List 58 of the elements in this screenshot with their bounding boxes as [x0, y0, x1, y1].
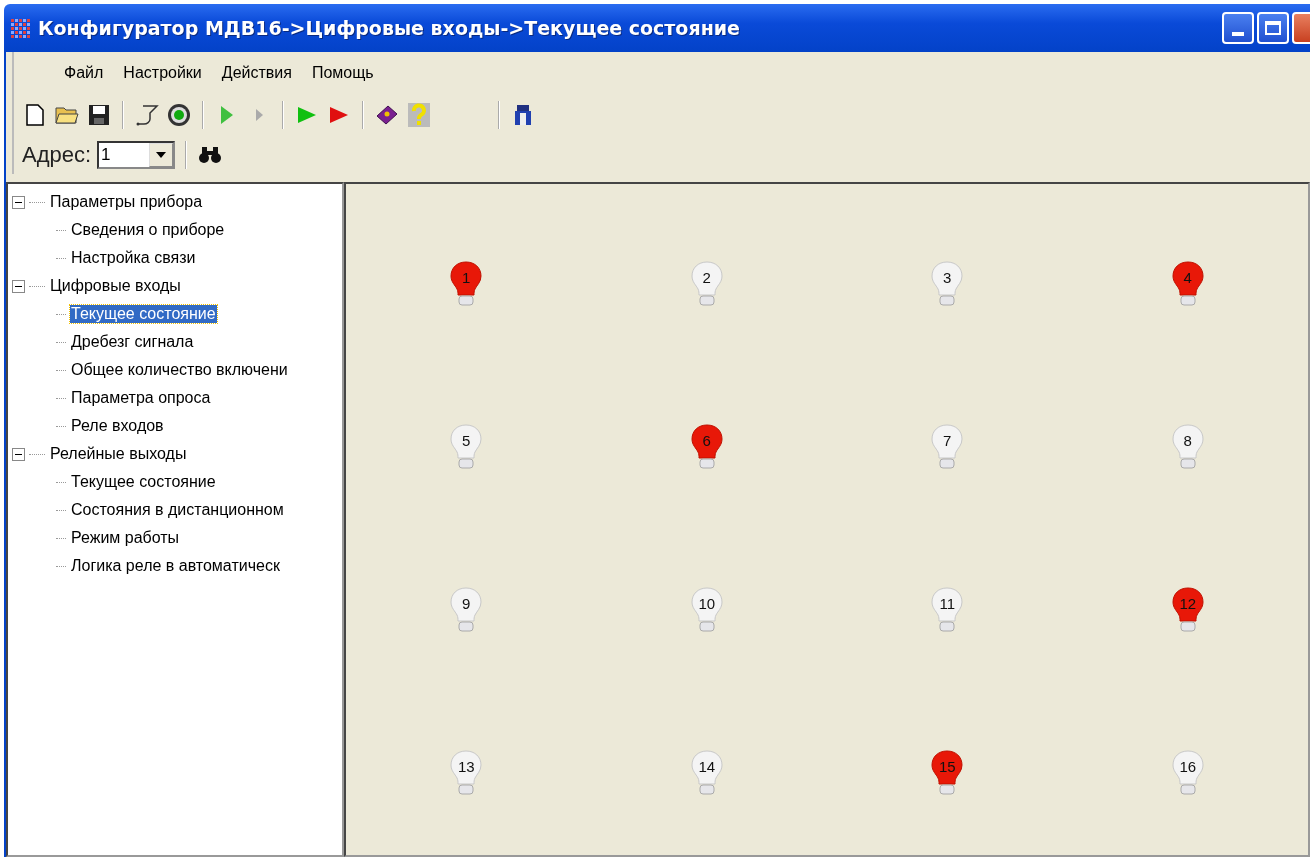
lamp-number: 16 [1178, 757, 1198, 775]
lamp-number: 11 [938, 594, 957, 612]
lamp-number: 3 [942, 269, 953, 287]
menu-item[interactable]: Помощь [301, 64, 384, 82]
tree-item[interactable]: Текущее состояние [70, 305, 217, 323]
collapse-icon[interactable] [12, 279, 25, 293]
tree-item[interactable]: Общее количество включени [70, 361, 289, 379]
menu-item[interactable]: Файл [54, 64, 114, 82]
folder-icon [55, 105, 79, 125]
question-mark-icon [408, 103, 430, 127]
play-icon [220, 105, 234, 125]
lamp-number: 5 [461, 432, 472, 450]
lamp-number: 12 [1178, 594, 1198, 612]
play-icon [329, 106, 349, 124]
lamp-number: 4 [1182, 269, 1193, 287]
tree-item[interactable]: Настройка связи [70, 249, 197, 267]
target-icon [167, 103, 191, 127]
connect-button[interactable] [166, 102, 192, 128]
lamp-number: 8 [1182, 432, 1193, 450]
window-title: Конфигуратор МДВ16->Цифровые входы->Текущее состояние [38, 17, 741, 39]
collapse-icon[interactable] [12, 195, 25, 209]
tree-item[interactable]: Цифровые входы [49, 277, 182, 295]
maximize-button[interactable] [1257, 12, 1289, 44]
tree-item[interactable]: Дребезг сигнала [70, 333, 195, 351]
tree-item[interactable]: Логика реле в автоматическ [70, 557, 281, 575]
caret-icon [156, 152, 167, 158]
play-icon [254, 108, 264, 122]
door-icon [512, 103, 534, 127]
tree-item[interactable]: Режим работы [70, 529, 181, 547]
probe-button[interactable] [134, 102, 160, 128]
lamp-number: 13 [456, 757, 476, 775]
tree-item[interactable]: Текущее состояние [70, 473, 217, 491]
lamp-number: 10 [697, 594, 717, 612]
lamp-number: 15 [937, 757, 957, 775]
minimize-button[interactable] [1222, 12, 1254, 44]
address-label: Адрес: [22, 142, 92, 168]
probe-icon [135, 103, 159, 127]
lamp-number: 14 [697, 757, 717, 775]
tree-item[interactable]: Состояния в дистанционном [70, 501, 285, 519]
tree-item[interactable]: Сведения о приборе [70, 221, 226, 239]
lamp-number: 2 [701, 269, 712, 287]
binoculars-icon [199, 146, 222, 164]
lamp-number: 9 [461, 594, 472, 612]
save-button[interactable] [86, 102, 112, 128]
tree-item[interactable]: Параметра опроса [70, 389, 212, 407]
tree-item[interactable]: Релейные выходы [49, 445, 188, 463]
address-dropdown[interactable]: 1 [97, 141, 176, 169]
document-icon [26, 104, 44, 126]
tree-item[interactable]: Параметры прибора [49, 193, 204, 211]
lamp-number: 7 [942, 432, 953, 450]
play-icon [297, 106, 317, 124]
app-icon [10, 18, 32, 38]
collapse-icon[interactable] [12, 447, 25, 461]
lamp-number: 6 [701, 432, 712, 450]
menu-item[interactable]: Настройки [113, 64, 212, 82]
lamp-number: 1 [461, 269, 472, 287]
tree-item[interactable]: Реле входов [70, 417, 165, 435]
menu-item[interactable]: Действия [211, 64, 302, 82]
